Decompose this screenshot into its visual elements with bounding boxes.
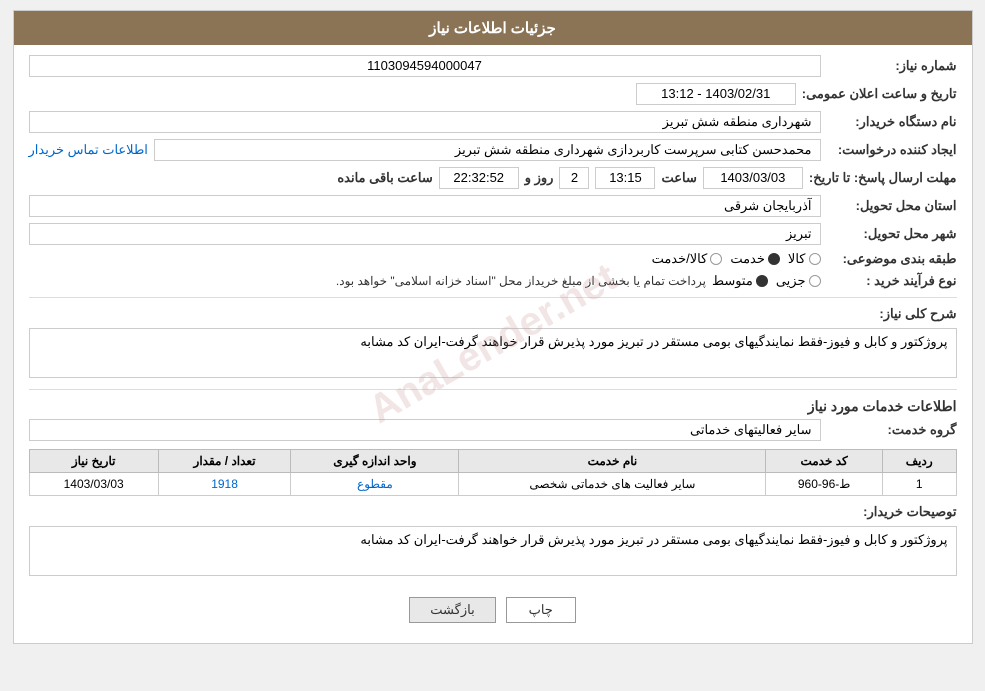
main-container: جزئیات اطلاعات نیاز AnaLender.net شماره … <box>13 10 973 644</box>
cell-tedad: 1918 <box>158 473 291 496</box>
table-header-row: ردیف کد خدمت نام خدمت واحد اندازه گیری ت… <box>29 450 956 473</box>
cell-kod: ط-96-960 <box>766 473 883 496</box>
grohe-khadamat-row: گروه خدمت: سایر فعالیتهای خدماتی <box>29 419 957 441</box>
page-header: جزئیات اطلاعات نیاز <box>14 11 972 45</box>
khadamat-section-title: اطلاعات خدمات مورد نیاز <box>29 398 957 415</box>
radio-jozii <box>809 275 821 287</box>
noe-motavaset: متوسط <box>712 273 768 289</box>
ijad-konande-row: ایجاد کننده درخواست: محمدحسن کتابی سرپرس… <box>29 139 957 161</box>
tosifat-row: توصیحات خریدار: <box>29 504 957 520</box>
noe-jozii: جزیی <box>776 273 821 289</box>
table-row: 1 ط-96-960 سایر فعالیت های خدماتی شخصی م… <box>29 473 956 496</box>
ijad-konande-label: ایجاد کننده درخواست: <box>827 142 957 158</box>
ijad-konande-value: محمدحسن کتابی سرپرست کاربردازی شهرداری م… <box>154 139 821 161</box>
sharh-koli-container <box>29 328 957 381</box>
content-area: AnaLender.net شماره نیاز: 11030945940000… <box>14 45 972 643</box>
noe-farayand-note: پرداخت تمام یا بخشی از مبلغ خریداز محل "… <box>336 274 706 288</box>
col-tarikh: تاریخ نیاز <box>29 450 158 473</box>
tabaghe-option-1: کالا <box>788 251 821 267</box>
nam-dastgah-label: نام دستگاه خریدار: <box>827 114 957 130</box>
tabaghe-option-2: خدمت <box>730 251 780 267</box>
sharh-koli-textarea[interactable] <box>29 328 957 378</box>
tarikh-pasokh-row: مهلت ارسال پاسخ: تا تاریخ: 1403/03/03 سا… <box>29 167 957 189</box>
cell-nam: سایر فعالیت های خدماتی شخصی <box>459 473 766 496</box>
table-section: ردیف کد خدمت نام خدمت واحد اندازه گیری ت… <box>29 449 957 496</box>
page-title: جزئیات اطلاعات نیاز <box>429 20 556 37</box>
grohe-khadamat-value: سایر فعالیتهای خدماتی <box>29 419 821 441</box>
shomare-niaz-value: 1103094594000047 <box>29 55 821 77</box>
radio-kala <box>809 253 821 265</box>
remaining-label: ساعت باقی مانده <box>337 170 432 186</box>
tarikh-pasokh-label: مهلت ارسال پاسخ: تا تاریخ: <box>809 170 957 186</box>
tabaghe-row: طبقه بندی موضوعی: کالا خدمت کالا/خدمت <box>29 251 957 267</box>
tarikh-remaining: 22:32:52 <box>439 167 519 189</box>
nam-dastgah-row: نام دستگاه خریدار: شهرداری منطقه شش تبری… <box>29 111 957 133</box>
button-row: چاپ بازگشت <box>29 587 957 633</box>
tarikh-date: 1403/03/03 <box>703 167 803 189</box>
col-vahed: واحد اندازه گیری <box>291 450 459 473</box>
grohe-khadamat-label: گروه خدمت: <box>827 422 957 438</box>
shomare-niaz-label: شماره نیاز: <box>827 58 957 74</box>
noe-farayand-radio-group: جزیی متوسط <box>712 273 821 289</box>
col-radif: ردیف <box>882 450 956 473</box>
radio-khadamat <box>768 253 780 265</box>
ostan-row: استان محل تحویل: آذربایجان شرقی <box>29 195 957 217</box>
tosifat-textarea[interactable] <box>29 526 957 576</box>
shomare-niaz-row: شماره نیاز: 1103094594000047 <box>29 55 957 77</box>
tarikh-elaan-value: 1403/02/31 - 13:12 <box>636 83 796 105</box>
print-button[interactable]: چاپ <box>506 597 576 623</box>
col-nam: نام خدمت <box>459 450 766 473</box>
divider-2 <box>29 389 957 390</box>
sharh-koli-row: شرح کلی نیاز: <box>29 306 957 322</box>
services-table: ردیف کد خدمت نام خدمت واحد اندازه گیری ت… <box>29 449 957 496</box>
radio-motavaset <box>756 275 768 287</box>
col-kod: کد خدمت <box>766 450 883 473</box>
ostan-value: آذربایجان شرقی <box>29 195 821 217</box>
tosifat-container <box>29 526 957 579</box>
saat-label: ساعت <box>661 170 696 186</box>
sharh-koli-label: شرح کلی نیاز: <box>827 306 957 322</box>
cell-tarikh: 1403/03/03 <box>29 473 158 496</box>
tabaghe-radio-group: کالا خدمت کالا/خدمت <box>652 251 821 267</box>
radio-kala-khadamat <box>710 253 722 265</box>
tosifat-label: توصیحات خریدار: <box>827 504 957 520</box>
col-tedad: تعداد / مقدار <box>158 450 291 473</box>
tabaghe-option-3: کالا/خدمت <box>652 251 723 267</box>
divider-1 <box>29 297 957 298</box>
tarikh-saat: 13:15 <box>595 167 655 189</box>
back-button[interactable]: بازگشت <box>409 597 495 623</box>
shahr-label: شهر محل تحویل: <box>827 226 957 242</box>
tarikh-elaan-label: تاریخ و ساعت اعلان عمومی: <box>802 86 957 102</box>
shahr-value: تبریز <box>29 223 821 245</box>
contact-info-link[interactable]: اطلاعات تماس خریدار <box>29 142 148 158</box>
cell-radif: 1 <box>882 473 956 496</box>
noe-farayand-label: نوع فرآیند خرید : <box>827 273 957 289</box>
noe-farayand-row: نوع فرآیند خرید : جزیی متوسط پرداخت تمام… <box>29 273 957 289</box>
tarikh-elaan-row: تاریخ و ساعت اعلان عمومی: 1403/02/31 - 1… <box>29 83 957 105</box>
roz-label: روز و <box>525 170 554 186</box>
cell-vahed: مقطوع <box>291 473 459 496</box>
ostan-label: استان محل تحویل: <box>827 198 957 214</box>
tabaghe-label: طبقه بندی موضوعی: <box>827 251 957 267</box>
shahr-row: شهر محل تحویل: تبریز <box>29 223 957 245</box>
tarikh-roz: 2 <box>559 167 589 189</box>
nam-dastgah-value: شهرداری منطقه شش تبریز <box>29 111 821 133</box>
